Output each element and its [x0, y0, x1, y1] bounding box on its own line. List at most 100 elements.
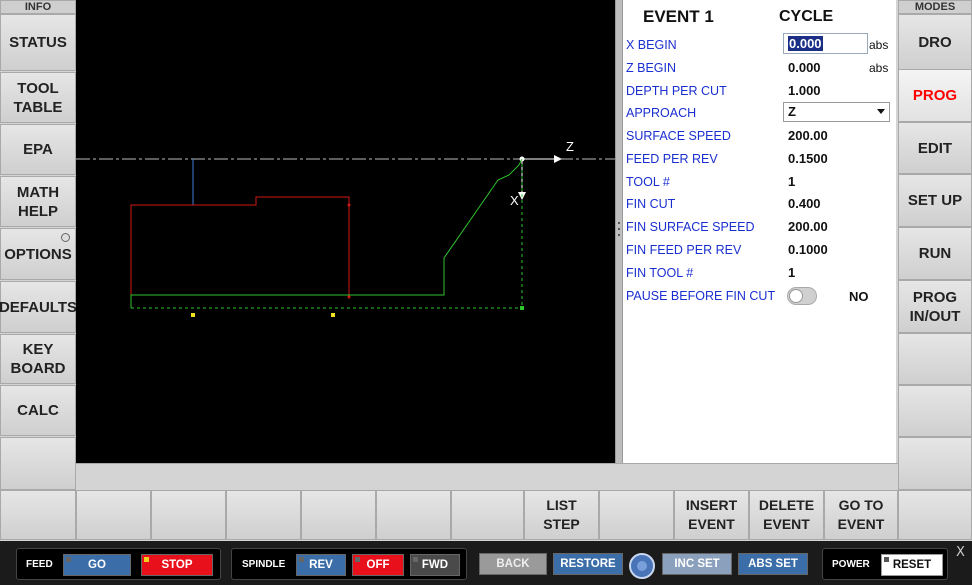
mode-label: PROG IN/OUT [909, 288, 961, 325]
softkey-blank-2[interactable] [151, 490, 226, 540]
sidebar-item-epa[interactable]: EPA [0, 124, 76, 175]
sidebar-item-label: OPTIONS [4, 245, 72, 263]
field-value[interactable]: 1 [788, 174, 795, 189]
field-label: DEPTH PER CUT [626, 84, 727, 98]
stop-led [144, 557, 149, 562]
sidebar-item-keyboard[interactable]: KEY BOARD [0, 334, 76, 384]
softkey-go-to-event[interactable]: GO TO EVENT [824, 490, 898, 540]
field-label: FIN CUT [626, 197, 676, 211]
sidebar-item-label: KEY BOARD [10, 341, 66, 377]
sidebar-item-label: TOOL TABLE [13, 79, 63, 116]
power-group: POWER RESET [822, 548, 948, 580]
toolpath-canvas[interactable]: Z X [76, 0, 615, 463]
panel-splitter[interactable] [615, 0, 623, 463]
field-label: FEED PER REV [626, 152, 718, 166]
back-button[interactable]: BACK [479, 553, 547, 575]
toolpath-drawing: Z X [76, 139, 615, 317]
mode-label: RUN [918, 245, 952, 262]
bottom-control-bar: FEED GO STOP SPINDLE REV OFF FWD BACK RE… [0, 541, 972, 585]
go-led [66, 557, 71, 562]
field-value[interactable]: 1.000 [788, 83, 821, 98]
softkey-label: INSERT EVENT [685, 497, 738, 532]
sidebar-item-blank[interactable] [0, 437, 76, 490]
feed-stop-button[interactable]: STOP [141, 554, 213, 576]
rev-led [299, 557, 304, 562]
field-label: X BEGIN [626, 38, 677, 52]
mode-prog[interactable]: PROG [898, 69, 972, 122]
sidebar-item-label: MATH HELP [16, 183, 60, 220]
pause-toggle[interactable] [787, 287, 817, 305]
marker-1 [191, 313, 195, 317]
reset-button[interactable]: RESET [881, 554, 943, 576]
softkey-blank-6[interactable] [451, 490, 524, 540]
softkey-blank-0[interactable] [0, 490, 76, 540]
softkey-blank-8[interactable] [599, 490, 674, 540]
field-label: PAUSE BEFORE FIN CUT [626, 289, 776, 303]
inc-set-button[interactable]: INC SET [662, 553, 732, 575]
spindle-fwd-button[interactable]: FWD [410, 554, 460, 576]
sidebar-item-defaults[interactable]: DEFAULTS [0, 281, 77, 333]
softkey-blank-right[interactable] [898, 490, 972, 540]
feed-group: FEED GO STOP [16, 548, 221, 580]
field-value[interactable]: 0.1500 [788, 151, 828, 166]
mode-blank-3[interactable] [898, 437, 972, 490]
mode-blank-2[interactable] [898, 385, 972, 437]
mode-set-up[interactable]: SET UP [898, 174, 972, 227]
softkey-blank-5[interactable] [376, 490, 451, 540]
softkey-label: DELETE EVENT [758, 497, 815, 532]
field-value[interactable]: 0.000 [788, 60, 821, 75]
fwd-text: FWD [421, 559, 449, 571]
field-unit: abs [869, 38, 889, 52]
mode-prog-in-out[interactable]: PROG IN/OUT [898, 280, 972, 333]
stock-point-1 [347, 203, 351, 207]
softkey-blank-4[interactable] [301, 490, 376, 540]
rev-text: REV [309, 559, 333, 571]
info-header: INFO [0, 0, 76, 14]
mode-dro[interactable]: DRO [898, 14, 972, 70]
field-value[interactable]: 0.400 [788, 196, 821, 211]
mode-label: PROG [912, 87, 958, 104]
spindle-rev-button[interactable]: REV [296, 554, 346, 576]
field-value[interactable]: 200.00 [788, 219, 828, 234]
sidebar-item-options[interactable]: OPTIONS [0, 228, 76, 280]
softkey-list-step[interactable]: LIST STEP [524, 490, 599, 540]
jog-knob-icon[interactable] [629, 553, 655, 579]
status-strip [76, 463, 898, 490]
approach-select[interactable]: Z [783, 102, 890, 122]
x-begin-input[interactable]: 0.000 [783, 33, 868, 54]
sidebar-item-math-help[interactable]: MATH HELP [0, 176, 76, 227]
field-value[interactable]: 1 [788, 265, 795, 280]
restore-button[interactable]: RESTORE [553, 553, 623, 575]
softkey-delete-event[interactable]: DELETE EVENT [749, 490, 824, 540]
field-value[interactable]: 0.1000 [788, 242, 828, 257]
sidebar-item-status[interactable]: STATUS [0, 14, 76, 71]
field-label: APPROACH [626, 106, 697, 120]
field-label: TOOL # [626, 175, 670, 189]
sidebar-item-label: CALC [17, 402, 59, 419]
sidebar-item-label: STATUS [9, 34, 67, 51]
sidebar-item-calc[interactable]: CALC [0, 385, 76, 436]
stock-point-2 [347, 295, 351, 299]
mode-edit[interactable]: EDIT [898, 122, 972, 174]
fwd-led [413, 557, 418, 562]
stop-text: STOP [161, 559, 193, 571]
abs-set-button[interactable]: ABS SET [738, 553, 808, 575]
z-axis-arrow [554, 155, 562, 163]
event-title: EVENT 1 [643, 7, 714, 26]
mode-label: EDIT [917, 139, 953, 157]
power-label: POWER [832, 559, 870, 570]
feed-go-button[interactable]: GO [63, 554, 131, 576]
softkey-label: GO TO EVENT [837, 497, 885, 532]
sidebar-item-tool-table[interactable]: TOOL TABLE [0, 72, 76, 123]
close-icon[interactable]: X [956, 545, 965, 560]
softkey-insert-event[interactable]: INSERT EVENT [674, 490, 749, 540]
field-value[interactable]: 200.00 [788, 128, 828, 143]
spindle-off-button[interactable]: OFF [352, 554, 404, 576]
off-text: OFF [366, 559, 390, 571]
field-label: FIN SURFACE SPEED [626, 220, 755, 234]
softkey-blank-3[interactable] [226, 490, 301, 540]
mode-run[interactable]: RUN [898, 227, 972, 280]
softkey-blank-1[interactable] [76, 490, 151, 540]
field-label: Z BEGIN [626, 61, 677, 75]
mode-blank-1[interactable] [898, 333, 972, 385]
